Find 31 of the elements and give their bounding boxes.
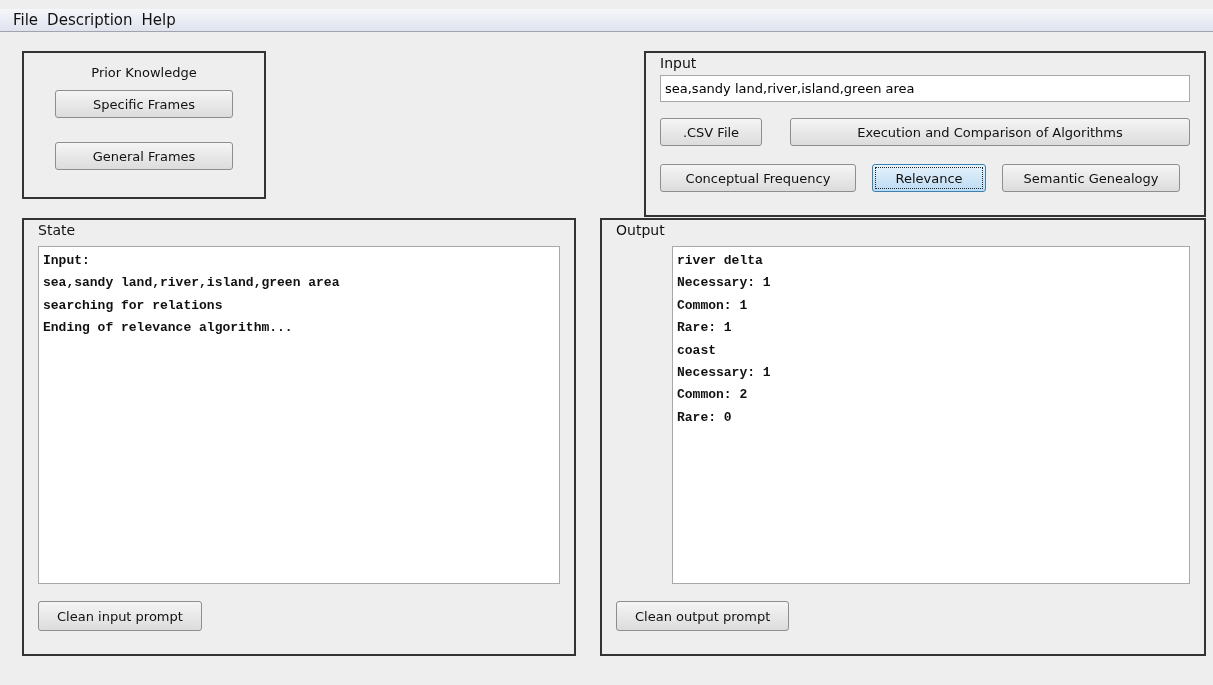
- input-field[interactable]: sea,sandy land,river,island,green area: [660, 75, 1190, 102]
- panel-title: State: [38, 222, 77, 238]
- output-text-area[interactable]: river delta Necessary: 1 Common: 1 Rare: 1 coast Necessary: 1 Common: 2 Rare: 0: [672, 246, 1190, 584]
- log-line: Input:: [43, 253, 91, 270]
- output-line: Rare: 0: [677, 409, 733, 427]
- output-line: Necessary: 1: [677, 275, 772, 293]
- frames-button[interactable]: Specific Frames: [55, 90, 233, 118]
- algorithm-button[interactable]: Execution and Comparison of Algorithms: [790, 118, 1190, 146]
- output-line: Common: 2: [677, 387, 749, 405]
- state-text-area[interactable]: Input: sea,sandy land,river,island,green area searching for relations Ending of relevance algorithm...: [38, 246, 560, 584]
- log-line: searching for relations: [43, 297, 224, 315]
- clean-output-button[interactable]: Clean output prompt: [616, 601, 790, 631]
- algorithm-button[interactable]: Semantic Genealogy: [1002, 164, 1180, 192]
- output-line: Rare: 1: [677, 320, 733, 338]
- menu-item[interactable]: Description: [47, 11, 133, 29]
- panel-title: Output: [616, 222, 666, 238]
- log-line: Ending of relevance algorithm...: [43, 320, 294, 338]
- frames-button[interactable]: General Frames: [55, 142, 233, 170]
- output-line: coast: [677, 342, 717, 360]
- clean-input-button[interactable]: Clean input prompt: [38, 601, 202, 631]
- algorithm-button[interactable]: .CSV File: [660, 118, 762, 146]
- output-line: Common: 1: [677, 297, 749, 315]
- algorithm-button[interactable]: Conceptual Frequency: [660, 164, 856, 192]
- menu-item[interactable]: Help: [141, 11, 176, 29]
- panel-title: Input: [660, 55, 698, 71]
- output-line: river delta: [677, 253, 764, 270]
- output-line: Necessary: 1: [677, 364, 772, 382]
- log-line: sea,sandy land,river,island,green area: [43, 275, 341, 293]
- panel-title: Prior Knowledge: [91, 65, 197, 80]
- menu-item[interactable]: File: [13, 11, 39, 29]
- algorithm-button[interactable]: Relevance: [872, 164, 986, 192]
